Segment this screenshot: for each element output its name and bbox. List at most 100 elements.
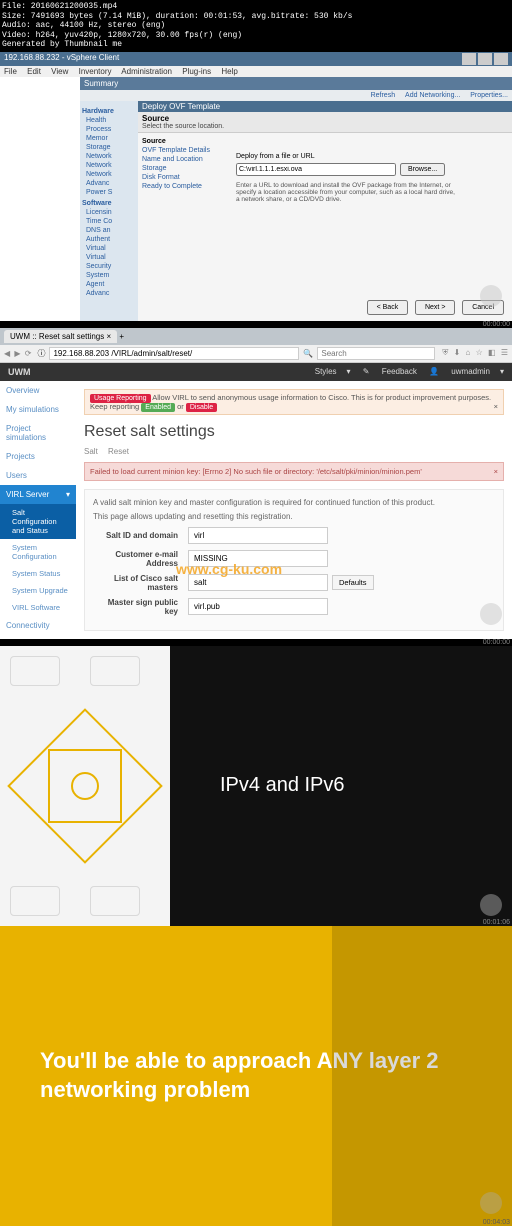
menu-icon[interactable]: ☰ [501, 348, 508, 357]
url-input[interactable] [49, 347, 299, 360]
hw-item[interactable]: Memor [82, 134, 136, 143]
menu-plugins[interactable]: Plug-ins [182, 67, 211, 76]
pocket-icon[interactable]: ◧ [488, 348, 496, 357]
meta-audio: Audio: aac, 44100 Hz, stereo (eng) [2, 21, 510, 31]
sidebar-item-users[interactable]: Users [0, 466, 76, 485]
uwm-logo[interactable]: UWM [8, 367, 31, 377]
hw-item[interactable]: Advanc [82, 179, 136, 188]
play-icon[interactable] [480, 894, 502, 916]
browser-tab[interactable]: UWM :: Reset salt settings × [4, 330, 117, 343]
masters-input[interactable] [188, 574, 328, 591]
ovf-path-input[interactable] [236, 163, 396, 176]
sidebar-item-projsim[interactable]: Project simulations [0, 419, 76, 447]
hw-item[interactable]: Network [82, 170, 136, 179]
info-icon[interactable]: ⓘ [37, 348, 45, 359]
sw-item[interactable]: Time Co [82, 217, 136, 226]
slide-headline: You'll be able to approach ANY layer 2 n… [40, 1047, 472, 1104]
hw-item[interactable]: Power S [82, 188, 136, 197]
wiz-step-details[interactable]: OVF Template Details [142, 146, 224, 155]
tab-summary[interactable]: Summary [84, 79, 118, 88]
styles-menu[interactable]: Styles▾ [305, 367, 351, 376]
sw-item[interactable]: System [82, 271, 136, 280]
sw-item[interactable]: Security [82, 262, 136, 271]
defaults-button[interactable]: Defaults [332, 575, 374, 590]
wiz-step-name[interactable]: Name and Location [142, 155, 224, 164]
maximize-icon[interactable] [478, 53, 492, 65]
sidebar-item-mysim[interactable]: My simulations [0, 400, 76, 419]
wiz-step-disk[interactable]: Disk Format [142, 173, 224, 182]
form-well: A valid salt minion key and master confi… [84, 489, 504, 631]
hw-item[interactable]: Network [82, 161, 136, 170]
browse-button[interactable]: Browse... [400, 163, 445, 176]
sidebar-sub-virlsw[interactable]: VIRL Software [0, 599, 76, 616]
sw-item[interactable]: Advanc [82, 289, 136, 298]
meta-gen: Generated by Thumbnail me [2, 40, 510, 50]
sidebar-sub-sysstat[interactable]: System Status [0, 565, 76, 582]
wiz-step-ready[interactable]: Ready to Complete [142, 182, 224, 191]
error-alert: Failed to load current minion key: [Errn… [84, 462, 504, 481]
forward-icon[interactable]: ▶ [14, 349, 20, 358]
crumb-reset[interactable]: Reset [108, 447, 129, 456]
menu-view[interactable]: View [51, 67, 68, 76]
disable-badge[interactable]: Disable [186, 403, 217, 412]
download-icon[interactable]: ⬇ [454, 348, 461, 357]
hw-item[interactable]: Health [82, 116, 136, 125]
salt-id-input[interactable] [188, 527, 328, 544]
hw-item[interactable]: Network [82, 152, 136, 161]
menu-edit[interactable]: Edit [27, 67, 41, 76]
vsphere-titlebar: 192.168.88.232 - vSphere Client [0, 52, 512, 66]
alert-close-icon[interactable]: × [494, 402, 498, 411]
vsphere-tree[interactable] [0, 77, 80, 321]
hw-item[interactable]: Storage [82, 143, 136, 152]
menu-admin[interactable]: Administration [121, 67, 172, 76]
user-menu[interactable]: 👤 uwmadmin▾ [429, 367, 504, 376]
sw-item[interactable]: DNS an [82, 226, 136, 235]
tab-close-icon[interactable]: × [106, 332, 111, 341]
back-icon[interactable]: ◀ [4, 349, 10, 358]
sw-item[interactable]: Virtual [82, 244, 136, 253]
shield-icon[interactable]: ⛨ [442, 348, 448, 357]
reload-icon[interactable]: ⟳ [25, 349, 32, 358]
properties-link[interactable]: Properties... [470, 92, 508, 99]
crumb-salt[interactable]: Salt [84, 447, 98, 456]
search-input[interactable] [317, 347, 435, 360]
home-icon[interactable]: ⌂ [466, 348, 471, 357]
enabled-badge[interactable]: Enabled [141, 403, 175, 412]
vsphere-menubar: File Edit View Inventory Administration … [0, 66, 512, 77]
sw-item[interactable]: Virtual [82, 253, 136, 262]
sidebar-sub-sysup[interactable]: System Upgrade [0, 582, 76, 599]
back-button[interactable]: < Back [367, 300, 409, 315]
pubkey-input[interactable] [188, 598, 328, 615]
close-icon[interactable] [494, 53, 508, 65]
next-button[interactable]: Next > [415, 300, 455, 315]
star-icon[interactable]: ☆ [476, 348, 483, 357]
menu-file[interactable]: File [4, 67, 17, 76]
hexagon-icon [30, 731, 140, 841]
sidebar-item-conn[interactable]: Connectivity [0, 616, 76, 635]
timestamp: 00:01:06 [483, 919, 510, 926]
new-tab-button[interactable]: + [119, 332, 124, 341]
meta-file: File: 20160621200035.mp4 [2, 2, 510, 12]
sw-item[interactable]: Licensin [82, 208, 136, 217]
play-icon[interactable] [480, 1192, 502, 1214]
sidebar-item-projects[interactable]: Projects [0, 447, 76, 466]
menu-inventory[interactable]: Inventory [79, 67, 112, 76]
refresh-link[interactable]: Refresh [371, 92, 396, 99]
sidebar-item-overview[interactable]: Overview [0, 381, 76, 400]
minimize-icon[interactable] [462, 53, 476, 65]
wiz-step-source[interactable]: Source [142, 137, 224, 146]
vsphere-toolbar: Refresh Add Networking... Properties... [80, 90, 512, 101]
sidebar-sub-salt[interactable]: Salt Configuration and Status [0, 504, 76, 539]
hw-item[interactable]: Process [82, 125, 136, 134]
play-icon[interactable] [480, 285, 502, 307]
menu-help[interactable]: Help [221, 67, 237, 76]
sidebar-sub-sysconf[interactable]: System Configuration [0, 539, 76, 565]
sidebar-item-virl[interactable]: VIRL Server▾ [0, 485, 76, 504]
wiz-step-storage[interactable]: Storage [142, 164, 224, 173]
error-close-icon[interactable]: × [494, 467, 498, 476]
sw-item[interactable]: Agent [82, 280, 136, 289]
sw-item[interactable]: Authent [82, 235, 136, 244]
feedback-link[interactable]: ✎ Feedback [363, 367, 417, 376]
play-icon[interactable] [480, 603, 502, 625]
add-networking-link[interactable]: Add Networking... [405, 92, 460, 99]
